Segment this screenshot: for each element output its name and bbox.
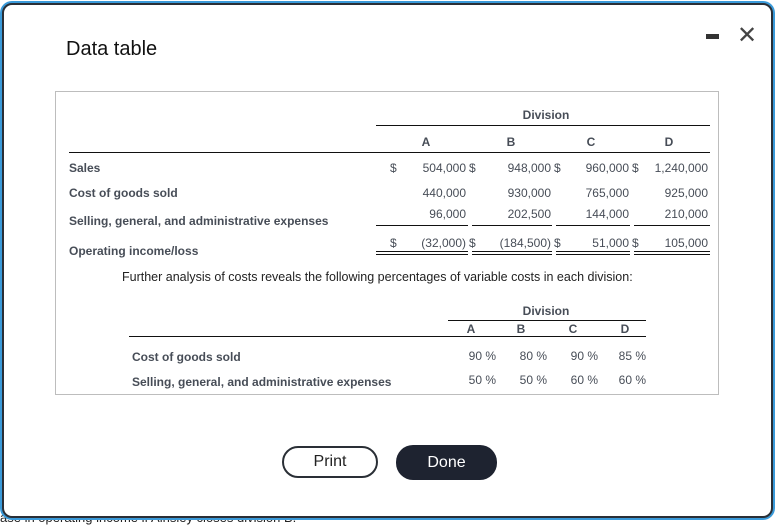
dollar-sign: $ [390,236,397,250]
dollar-sign: $ [390,161,397,175]
col2-header-c: C [568,322,578,336]
dollar-sign: $ [632,236,639,250]
column-header-rule-2 [129,336,646,337]
col-header-c: C [586,135,596,149]
cell2-cogs-d: 85 % [618,349,646,363]
cell-oi-d: 105,000 [664,236,708,250]
total-double-rule-a [376,251,468,255]
data-table-dialog: Data table ✕ Division A B C D Sales $ 50… [2,3,773,518]
total-double-rule-d [634,251,710,255]
col-header-b: B [506,135,516,149]
col2-header-a: A [466,322,476,336]
cell-cogs-d: 925,000 [664,186,708,200]
analysis-text: Further analysis of costs reveals the fo… [122,270,633,284]
cell2-sga-c: 60 % [570,373,598,387]
subtotal-rule-a [376,225,468,226]
dollar-sign: $ [469,161,476,175]
row2-label-cogs: Cost of goods sold [132,350,241,364]
division-header-rule [376,125,710,126]
cell-oi-a: (32,000) [421,236,466,250]
row-label-sga: Selling, general, and administrative exp… [69,214,329,228]
division-header-2: Division [522,304,570,318]
col-header-d: D [664,135,674,149]
dollar-sign: $ [469,236,476,250]
column-header-rule [69,152,710,153]
cell2-sga-d: 60 % [618,373,646,387]
close-icon[interactable]: ✕ [737,21,757,50]
row-label-operating-income: Operating income/loss [69,244,199,258]
subtotal-rule-d [634,225,710,226]
print-button[interactable]: Print [282,446,378,478]
row2-label-sga: Selling, general, and administrative exp… [132,375,392,389]
cell-sales-d: 1,240,000 [654,161,708,175]
total-double-rule-c [556,251,630,255]
dollar-sign: $ [554,161,561,175]
cell-sales-c: 960,000 [585,161,629,175]
cell2-cogs-a: 90 % [468,349,496,363]
cell-oi-c: 51,000 [592,236,629,250]
cell-cogs-c: 765,000 [585,186,629,200]
cell-cogs-a: 440,000 [422,186,466,200]
dollar-sign: $ [554,236,561,250]
cell2-sga-a: 50 % [468,373,496,387]
cell-cogs-b: 930,000 [507,186,551,200]
row-label-cogs: Cost of goods sold [69,186,178,200]
cell2-cogs-c: 90 % [570,349,598,363]
division-header-rule-2 [448,320,646,321]
total-double-rule-b [472,251,552,255]
division-header: Division [522,108,570,122]
col-header-a: A [421,135,431,149]
cell-sales-b: 948,000 [507,161,551,175]
cell-sales-a: 504,000 [422,161,466,175]
cell-sga-d: 210,000 [664,207,708,221]
dialog-title: Data table [66,38,158,60]
subtotal-rule-c [556,225,630,226]
col2-header-b: B [516,322,526,336]
row-label-sales: Sales [69,161,101,175]
minimize-icon[interactable] [706,34,719,39]
cell-sga-b: 202,500 [507,207,551,221]
cell2-sga-b: 50 % [519,373,547,387]
done-button[interactable]: Done [396,445,497,480]
cell-oi-b: (184,500) [499,236,551,250]
cell2-cogs-b: 80 % [519,349,547,363]
dollar-sign: $ [632,161,639,175]
col2-header-d: D [620,322,630,336]
subtotal-rule-b [472,225,552,226]
cell-sga-c: 144,000 [585,207,629,221]
data-table-container: Division A B C D Sales $ 504,000 $ 948,0… [55,91,719,395]
cell-sga-a: 96,000 [429,207,466,221]
